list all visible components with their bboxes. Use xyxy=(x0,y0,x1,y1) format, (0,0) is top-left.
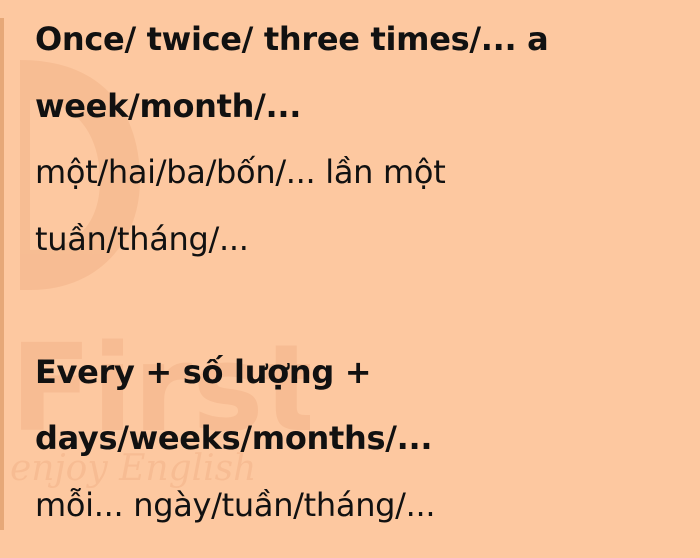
section2-heading-line1: Every + số lượng + xyxy=(35,352,372,391)
section1-heading-line2: week/month/... xyxy=(35,86,302,125)
section1-body-line2: tuần/tháng/... xyxy=(35,219,249,258)
section1-body-line1: một/hai/ba/bốn/... lần một xyxy=(35,153,446,191)
section1-heading-line1: Once/ twice/ three times/... a xyxy=(35,20,549,58)
content-block: Once/ twice/ three times/... a week/mont… xyxy=(35,6,675,538)
section2-body-line1: mỗi... ngày/tuần/tháng/... xyxy=(35,485,436,524)
section2-heading-line2: days/weeks/months/... xyxy=(35,419,433,457)
left-border-rule xyxy=(0,18,4,530)
